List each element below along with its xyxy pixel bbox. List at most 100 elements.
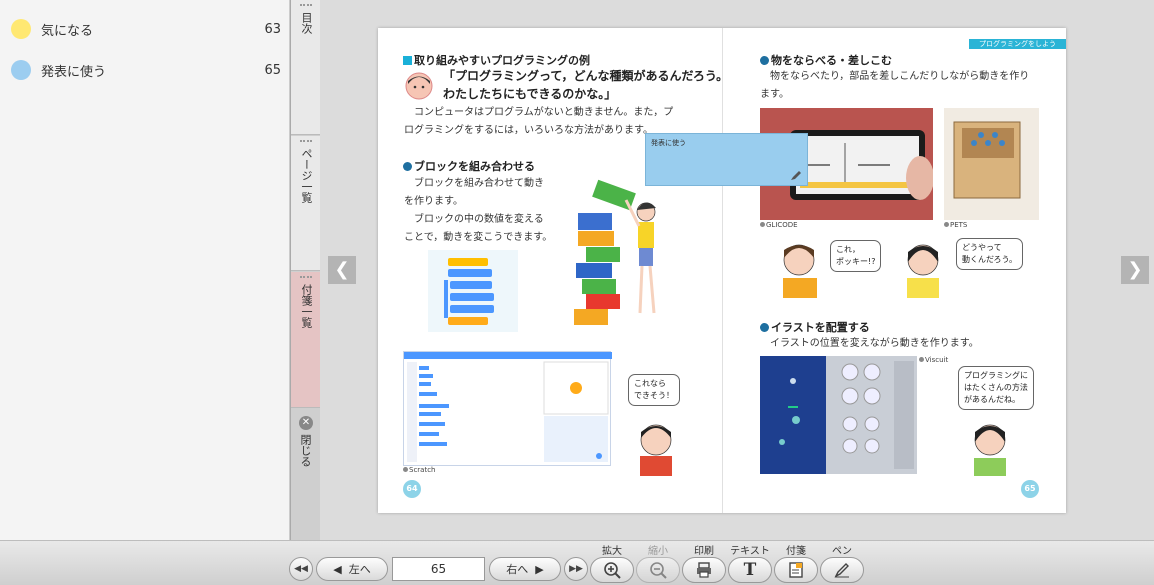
girl-face-icon — [405, 72, 433, 100]
text-t-icon: T — [743, 560, 757, 580]
bottom-toolbar: ◀◀ ◀ 左へ 右へ ▶ ▶▶ 拡大 縮小 印刷 テキスト T 付箋 ペン — [0, 540, 1154, 585]
pets-photo — [944, 108, 1039, 220]
close-icon: ✕ — [299, 416, 313, 430]
section2-line-1: 物をならべたり，部品を差しこんだりしながら動きを作り — [770, 71, 1030, 82]
triangle-left-icon: ◀ — [333, 562, 342, 576]
first-page-button[interactable]: ◀◀ — [289, 557, 313, 581]
pen-icon — [834, 563, 849, 578]
caption-pets: PETS — [944, 221, 967, 229]
sticky-button[interactable] — [774, 557, 818, 583]
grip-icon — [300, 4, 312, 8]
page-number-left: 64 — [403, 480, 421, 498]
tab-sticky-list-label: 付箋一覧 — [300, 284, 313, 328]
square-bullet-icon — [403, 56, 412, 65]
close-label: 閉じる — [299, 434, 312, 467]
circle-bullet-icon — [403, 162, 412, 171]
sticky-note-text: 発表に使う — [651, 139, 686, 147]
section3-title: イラストを配置する — [760, 319, 870, 335]
printer-icon — [697, 562, 711, 578]
next-page-arrow[interactable]: ❯ — [1121, 256, 1149, 284]
page-number-input[interactable] — [392, 557, 485, 581]
caption-scratch: Scratch — [403, 466, 436, 474]
pen-button[interactable] — [820, 557, 864, 583]
grip-icon — [300, 276, 312, 280]
sticky-list-panel: 気になる 63 発表に使う 65 — [0, 0, 290, 540]
section1-line-3: ブロックの中の数値を変える — [414, 214, 544, 225]
sticky-item-page: 63 — [264, 21, 281, 37]
sticky-label: 付箋 — [786, 546, 806, 557]
triangle-right-icon: ▶ — [535, 562, 544, 576]
section2-title: 物をならべる・差しこむ — [760, 52, 892, 68]
caption-viscuit: Viscuit — [919, 356, 948, 364]
zoom-out-button[interactable] — [636, 557, 680, 583]
block-tower-illustration — [574, 178, 674, 328]
tab-contents-label: 目次 — [300, 12, 313, 34]
page-number-right: 65 — [1021, 480, 1039, 498]
quote-line-1: 「プログラミングって，どんな種類があるんだろう。 — [443, 69, 729, 83]
page-65: プログラミングをしよう 物をならべる・差しこむ 物をならべたり，部品を差しこんだ… — [722, 28, 1066, 513]
close-panel-button[interactable]: ✕ 閉じる — [291, 410, 321, 480]
section3-line-1: イラストの位置を変えながら動きを作ります。 — [770, 338, 979, 349]
chevron-right-icon: ❯ — [1127, 259, 1143, 280]
zoom-in-icon — [604, 562, 621, 579]
left-heading: 取り組みやすいプログラミングの例 — [403, 52, 590, 68]
zoom-out-icon — [650, 562, 667, 579]
speech-bubble-girl: プログラミングに はたくさんの方法 があるんだね。 — [958, 366, 1034, 410]
tab-contents[interactable]: 目次 — [291, 0, 321, 135]
circle-bullet-icon — [760, 56, 769, 65]
circle-bullet-icon — [760, 323, 769, 332]
zoom-in-label: 拡大 — [602, 546, 622, 557]
section1-line-2: を作ります。 — [404, 196, 463, 207]
prev-page-button[interactable]: ◀ 左へ — [316, 557, 388, 581]
grip-icon — [300, 140, 312, 144]
textbook-spread: 取り組みやすいプログラミングの例 「プログラミングって，どんな種類があるんだろう… — [378, 28, 1066, 513]
double-left-icon: ◀◀ — [294, 564, 308, 574]
copyright-icon — [403, 467, 408, 472]
sticky-list-item[interactable]: 気になる 63 — [0, 9, 290, 49]
tab-sticky-list[interactable]: 付箋一覧 — [291, 272, 321, 408]
text-label: テキスト — [730, 546, 770, 557]
side-tab-strip: 目次 ページ一覧 付箋一覧 ✕ 閉じる — [290, 0, 321, 540]
sticky-item-label: 発表に使う — [41, 64, 107, 80]
sticky-item-page: 65 — [264, 62, 281, 78]
pencil-icon[interactable] — [790, 169, 802, 181]
zoom-in-button[interactable] — [590, 557, 634, 583]
speech-bubble-boy: これ， ポッキー!? — [830, 240, 882, 272]
next-page-button[interactable]: 右へ ▶ — [489, 557, 561, 581]
page-64: 取り組みやすいプログラミングの例 「プログラミングって，どんな種類があるんだろう… — [378, 28, 728, 513]
tab-page-list[interactable]: ページ一覧 — [291, 136, 321, 271]
chapter-banner: プログラミングをしよう — [969, 39, 1066, 49]
section1-line-1: ブロックを組み合わせて動き — [414, 178, 544, 189]
intro-line-2: ログラミングをするには，いろいろな方法があります。 — [404, 125, 653, 136]
chevron-left-icon: ❮ — [334, 259, 350, 280]
boy-illustration — [628, 418, 683, 476]
section1-line-4: ことで，動きを変こうできます。 — [404, 232, 553, 243]
sticky-note-icon — [789, 562, 803, 578]
pen-label: ペン — [832, 546, 852, 557]
prev-page-arrow[interactable]: ❮ — [328, 256, 356, 284]
viscuit-screenshot — [760, 356, 917, 474]
sticky-item-label: 気になる — [41, 23, 94, 39]
block-code-image — [428, 250, 518, 332]
copyright-icon — [944, 222, 949, 227]
sticky-note[interactable]: 発表に使う — [645, 133, 808, 186]
yellow-sticky-icon — [11, 19, 31, 39]
blue-sticky-icon — [11, 60, 31, 80]
copyright-icon — [760, 222, 765, 227]
speech-bubble-boy: これなら できそう！ — [628, 374, 680, 406]
print-button[interactable] — [682, 557, 726, 583]
intro-line-1: コンピュータはプログラムがないと動きません。また，プ — [414, 107, 674, 118]
zoom-out-label: 縮小 — [648, 546, 668, 557]
copyright-icon — [919, 357, 924, 362]
sticky-list-item[interactable]: 発表に使う 65 — [0, 50, 290, 90]
girl-illustration — [898, 238, 948, 298]
caption-glicode: GLICODE — [760, 221, 798, 229]
last-page-button[interactable]: ▶▶ — [564, 557, 588, 581]
print-label: 印刷 — [694, 546, 714, 557]
scratch-screenshot — [403, 351, 612, 466]
double-right-icon: ▶▶ — [569, 564, 583, 574]
tab-page-list-label: ページ一覧 — [300, 148, 313, 203]
text-button[interactable]: T — [728, 557, 772, 583]
boy-illustration — [775, 238, 827, 298]
section1-title: ブロックを組み合わせる — [403, 158, 535, 174]
